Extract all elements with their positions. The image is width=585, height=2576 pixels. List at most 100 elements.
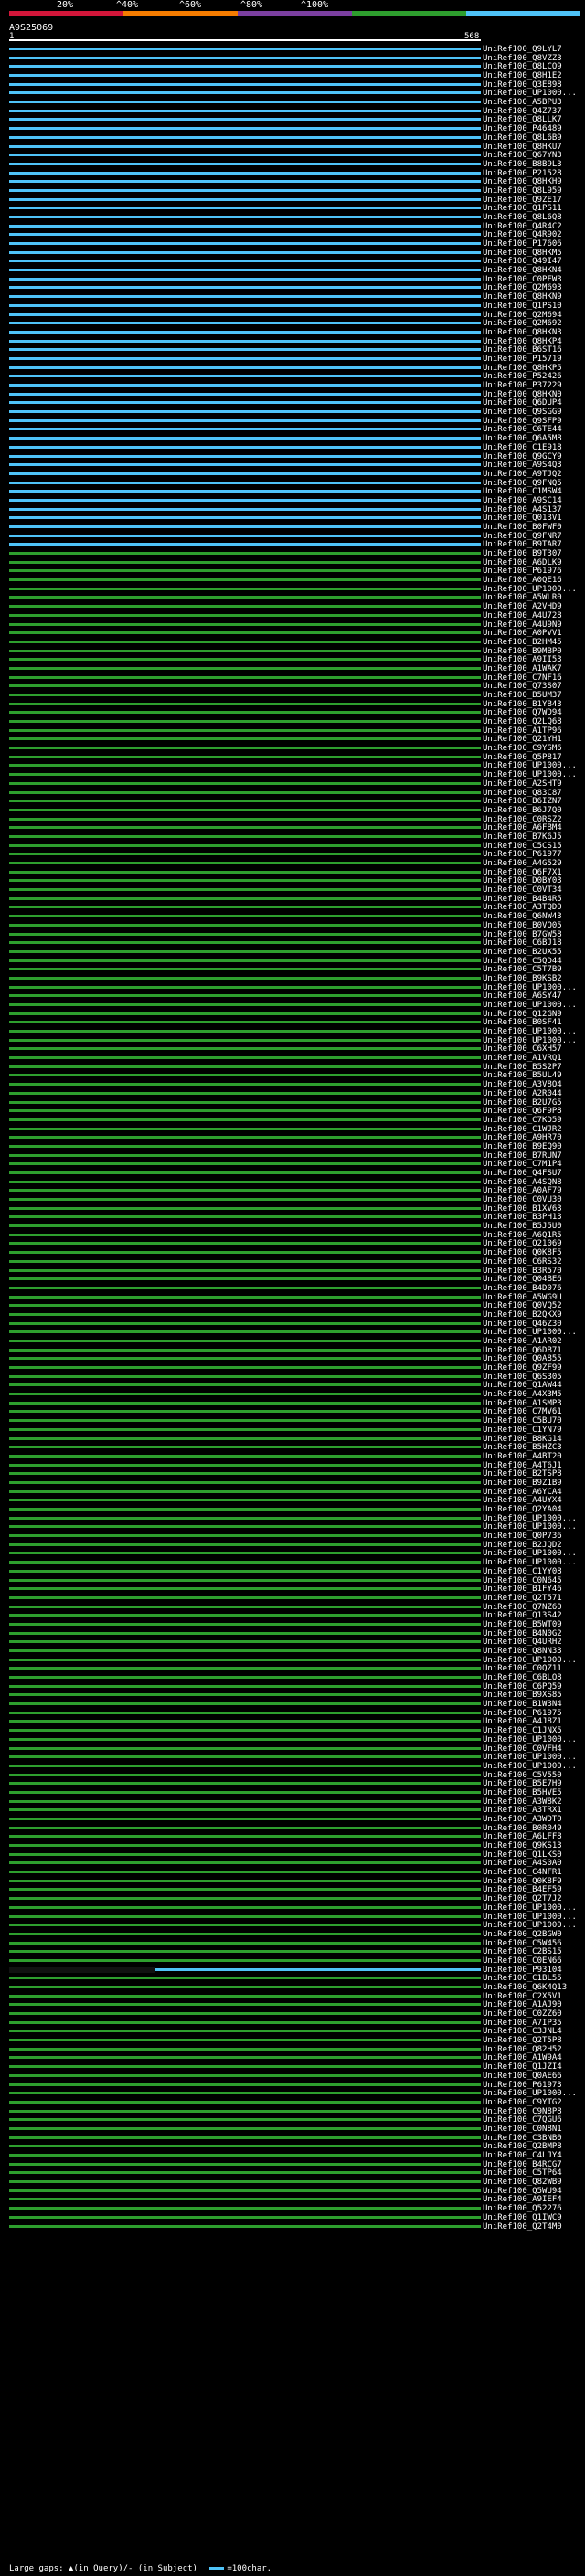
alignment-bar bbox=[9, 144, 481, 148]
alignment-bar bbox=[9, 1472, 481, 1476]
alignment-bar bbox=[9, 879, 481, 883]
alignment-bar bbox=[9, 1374, 481, 1378]
alignment-bar bbox=[9, 481, 481, 484]
alignment-bar bbox=[9, 711, 481, 715]
alignment-bar bbox=[9, 2100, 481, 2104]
alignment-bar bbox=[9, 870, 481, 874]
alignment-bar bbox=[9, 1224, 481, 1228]
alignment-bar bbox=[9, 101, 481, 104]
alignment-bar bbox=[9, 569, 481, 573]
alignment-bar bbox=[9, 2030, 481, 2033]
alignment-bar bbox=[9, 737, 481, 741]
alignment-bar bbox=[9, 1242, 481, 1246]
alignment-bar bbox=[9, 2003, 481, 2007]
alignment-bar bbox=[9, 56, 481, 59]
alignment-bar bbox=[9, 463, 481, 467]
alignment-bar bbox=[9, 2056, 481, 2060]
alignment-bar bbox=[9, 534, 481, 537]
alignment-bar bbox=[9, 1986, 481, 1988]
alignment-bar bbox=[9, 896, 481, 900]
alignment-bar bbox=[9, 2065, 481, 2069]
hit-label[interactable]: UniRef100_Q2T4M0 bbox=[483, 2221, 562, 2232]
alignment-bar bbox=[9, 1905, 481, 1909]
alignment-bar bbox=[9, 1737, 481, 1741]
alignment-bar bbox=[9, 525, 481, 528]
alignment-bar bbox=[9, 1914, 481, 1918]
alignment-bar bbox=[9, 277, 481, 281]
alignment-bar bbox=[9, 596, 481, 599]
alignment-bar bbox=[9, 1127, 481, 1130]
alignment-bar bbox=[9, 720, 481, 724]
alignment-bar bbox=[9, 1958, 481, 1962]
alignment-bar bbox=[9, 224, 481, 228]
alignment-bar bbox=[9, 242, 481, 246]
alignment-bar bbox=[9, 1357, 481, 1361]
alignment-bar bbox=[9, 728, 481, 732]
alignment-bar bbox=[9, 322, 481, 325]
alignment-bar bbox=[9, 1083, 481, 1087]
alignment-bar bbox=[9, 1534, 481, 1538]
alignment-bar bbox=[9, 1171, 481, 1174]
hit-row[interactable]: UniRef100_Q2T4M0 bbox=[0, 2221, 585, 2232]
alignment-bar bbox=[9, 684, 481, 688]
alignment-bar bbox=[9, 419, 481, 422]
alignment-bar bbox=[9, 1463, 481, 1467]
alignment-bar bbox=[9, 1233, 481, 1236]
alignment-bar bbox=[9, 666, 481, 670]
alignment-bar bbox=[9, 1366, 481, 1370]
alignment-bar bbox=[9, 1924, 481, 1927]
alignment-bar bbox=[9, 356, 481, 360]
alignment-bar bbox=[9, 640, 481, 643]
alignment-bar bbox=[9, 2207, 481, 2210]
alignment-bar bbox=[9, 773, 481, 777]
alignment-bar bbox=[9, 1702, 481, 1706]
alignment-bar bbox=[9, 82, 481, 86]
hit-list: UniRef100_Q9LYL7 UniRef100_Q8VZZ3 UniRef10… bbox=[0, 0, 585, 2576]
alignment-bar bbox=[9, 755, 481, 758]
alignment-bar bbox=[9, 1950, 481, 1954]
alignment-bar bbox=[9, 392, 481, 396]
alignment-bar bbox=[9, 1508, 481, 1511]
alignment-bar bbox=[9, 1994, 481, 1998]
alignment-bar bbox=[9, 2083, 481, 2086]
alignment-bar bbox=[9, 2171, 481, 2175]
alignment-bar bbox=[9, 1410, 481, 1414]
alignment-bar bbox=[9, 1977, 481, 1980]
alignment-bar bbox=[9, 2092, 481, 2095]
alignment-bar bbox=[9, 1605, 481, 1608]
alignment-bar bbox=[9, 162, 481, 165]
alignment-bar bbox=[9, 1569, 481, 1573]
alignment-bar bbox=[9, 1038, 481, 1042]
alignment-bar bbox=[9, 2215, 481, 2219]
alignment-bar bbox=[9, 1720, 481, 1723]
alignment-bar bbox=[9, 2073, 481, 2077]
alignment-bar bbox=[9, 613, 481, 617]
alignment-bar bbox=[9, 375, 481, 378]
alignment-bar bbox=[9, 127, 481, 131]
alignment-bar bbox=[9, 949, 481, 953]
alignment-bar bbox=[9, 1454, 481, 1458]
alignment-bar bbox=[9, 2118, 481, 2122]
large-gaps-note: Large gaps: ▲(in Query)/- (in Subject) bbox=[9, 2564, 197, 2573]
alignment-bar bbox=[9, 1941, 481, 1945]
alignment-bar bbox=[9, 207, 481, 210]
alignment-bar bbox=[9, 1436, 481, 1440]
alignment-bar-extension bbox=[155, 1967, 481, 1971]
alignment-bar bbox=[9, 1764, 481, 1767]
footer-legend: Large gaps: ▲(in Query)/- (in Subject) =… bbox=[9, 2564, 271, 2573]
alignment-bar bbox=[9, 348, 481, 352]
scale-swatch bbox=[209, 2567, 225, 2570]
alignment-bar bbox=[9, 2047, 481, 2051]
alignment-bar bbox=[9, 1074, 481, 1077]
alignment-bar bbox=[9, 1002, 481, 1006]
alignment-bar bbox=[9, 1427, 481, 1431]
alignment-bar bbox=[9, 384, 481, 387]
alignment-bar bbox=[9, 843, 481, 847]
alignment-bar bbox=[9, 1189, 481, 1193]
alignment-bar bbox=[9, 2012, 481, 2016]
alignment-bar bbox=[9, 1729, 481, 1733]
alignment-bar bbox=[9, 834, 481, 838]
alignment-bar bbox=[9, 906, 481, 909]
alignment-bar bbox=[9, 1286, 481, 1289]
alignment-bar bbox=[9, 269, 481, 272]
